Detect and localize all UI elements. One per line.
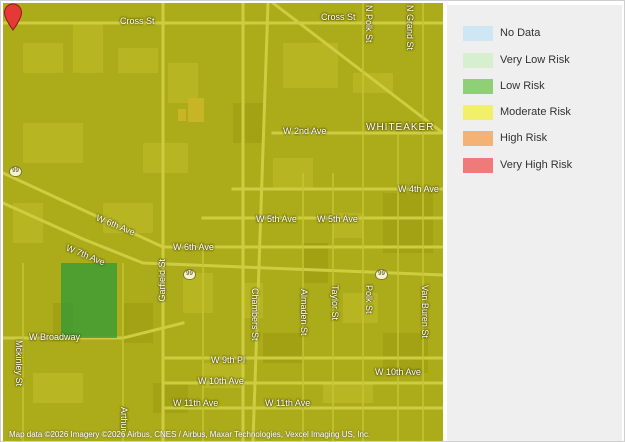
street-label: Almaden St: [299, 289, 309, 336]
street-label: W 4th Ave: [398, 184, 439, 194]
street-label: Chambers St: [250, 288, 260, 341]
legend-label: Low Risk: [500, 80, 545, 92]
street-label: N Polk St: [364, 5, 374, 43]
legend-item-high-risk: High Risk: [463, 130, 547, 146]
legend-item-very-high-risk: Very High Risk: [463, 157, 572, 173]
street-label: N Grand St: [405, 5, 415, 51]
legend-item-very-low-risk: Very Low Risk: [463, 52, 570, 68]
legend-item-no-data: No Data: [463, 25, 540, 41]
street-label: W Broadway: [29, 332, 81, 342]
legend-item-low-risk: Low Risk: [463, 78, 545, 94]
highway-shield: 99: [9, 166, 22, 177]
risk-map-widget: Cross St Cross St N Polk St N Grand St W…: [0, 0, 625, 442]
street-label: Polk St: [364, 285, 374, 314]
street-label: W 6th Ave: [173, 242, 214, 252]
street-label: Mckinley St: [14, 340, 24, 387]
street-label: W 11th Ave: [173, 398, 219, 408]
legend-swatch: [463, 78, 493, 94]
legend-swatch: [463, 52, 493, 68]
map-attribution: Map data ©2026 Imagery ©2026 Airbus, CNE…: [9, 430, 371, 439]
street-label: W 9th Pl: [211, 355, 246, 365]
neighborhood-label: WHITEAKER: [366, 122, 435, 133]
street-label: Taylor St: [330, 285, 340, 321]
street-label: W 5th Ave: [317, 214, 358, 224]
highway-shield: 99: [183, 269, 196, 280]
street-label: W 10th Ave: [198, 376, 244, 386]
risk-legend: No Data Very Low Risk Low Risk Moderate …: [447, 5, 622, 441]
legend-label: No Data: [500, 27, 541, 39]
legend-swatch: [463, 130, 493, 146]
low-risk-zone: [61, 263, 117, 338]
legend-item-moderate-risk: Moderate Risk: [463, 104, 571, 120]
legend-swatch: [463, 157, 493, 173]
street-label: W 10th Ave: [375, 367, 421, 377]
legend-label: Moderate Risk: [500, 106, 571, 118]
legend-swatch: [463, 25, 493, 41]
street-label: Cross St: [321, 12, 356, 22]
legend-label: Very Low Risk: [500, 54, 570, 66]
street-label: Arthur: [119, 407, 129, 432]
legend-label: High Risk: [500, 132, 548, 144]
highway-shield: 99: [375, 269, 388, 280]
legend-swatch: [463, 104, 493, 120]
legend-label: Very High Risk: [500, 159, 573, 171]
street-label: Cross St: [120, 16, 155, 26]
street-label: W 5th Ave: [256, 214, 297, 224]
street-label: W 2nd Ave: [283, 126, 327, 136]
street-label: Garfield St: [157, 259, 167, 302]
satellite-map[interactable]: Cross St Cross St N Polk St N Grand St W…: [3, 3, 443, 441]
location-pin-icon[interactable]: [3, 3, 23, 31]
street-label: W 11th Ave: [265, 398, 311, 408]
street-label: Van Buren St: [420, 285, 430, 338]
